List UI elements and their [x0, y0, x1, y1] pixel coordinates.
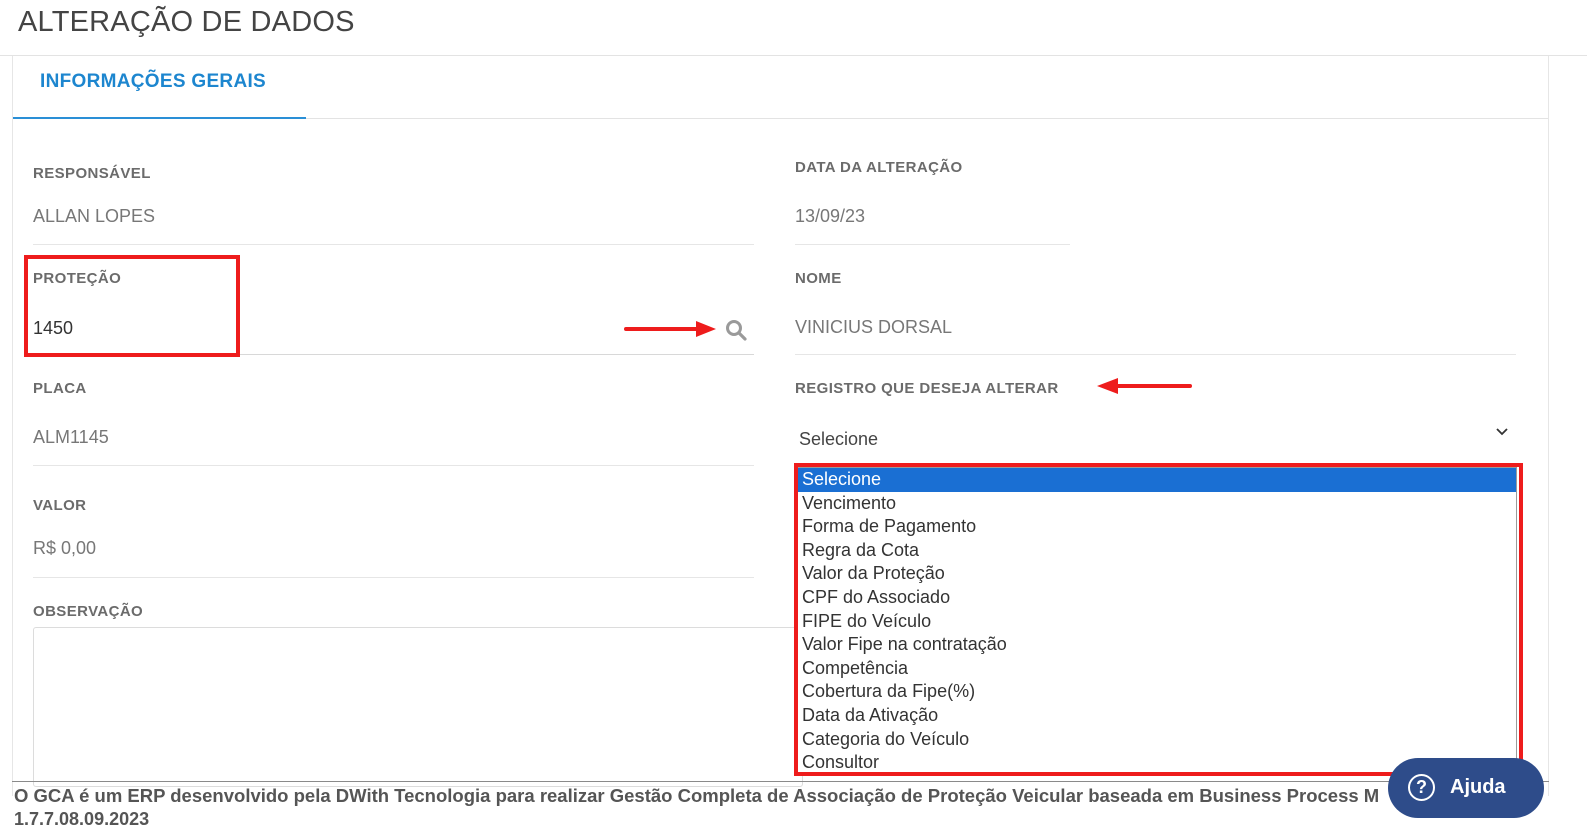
observacao-textarea[interactable] — [33, 627, 803, 787]
responsavel-value: ALLAN LOPES — [33, 206, 156, 226]
data-alteracao-value: 13/09/23 — [795, 206, 866, 226]
valor-value: R$ 0,00 — [33, 538, 97, 558]
footer-version: 1.7.7.08.09.2023 — [14, 809, 150, 829]
page-title: ALTERAÇÃO DE DADOS — [18, 6, 355, 38]
observacao-label: OBSERVAÇÃO — [33, 603, 144, 620]
nome-label: NOME — [795, 270, 842, 287]
data-alteracao-label: DATA DA ALTERAÇÃO — [795, 159, 963, 176]
footer-text: O GCA é um ERP desenvolvido pela DWith T… — [14, 785, 1380, 806]
registro-select[interactable]: Selecione — [799, 429, 878, 450]
nome-value: VINICIUS DORSAL — [795, 317, 953, 337]
annotation-arrow-left-icon — [1097, 378, 1192, 394]
search-icon[interactable] — [724, 318, 748, 342]
help-button[interactable]: ? Ajuda — [1388, 758, 1544, 818]
question-circle-icon: ? — [1408, 774, 1435, 801]
annotation-arrow-right-icon — [624, 321, 716, 337]
annotation-box-protecao — [24, 255, 240, 357]
chevron-down-icon[interactable] — [1494, 424, 1510, 440]
nome-underline — [795, 354, 1516, 355]
annotation-box-dropdown — [794, 463, 1523, 776]
help-button-label: Ajuda — [1450, 776, 1506, 798]
responsavel-label: RESPONSÁVEL — [33, 165, 151, 182]
footer-divider — [12, 781, 1549, 782]
valor-label: VALOR — [33, 497, 87, 514]
tab-bar: INFORMAÇÕES GERAIS — [13, 56, 1548, 119]
placa-underline — [33, 465, 754, 466]
valor-underline — [33, 577, 754, 578]
data-alteracao-underline — [795, 244, 1070, 245]
placa-value: ALM1145 — [33, 427, 109, 447]
placa-label: PLACA — [33, 380, 87, 397]
responsavel-underline — [33, 244, 754, 245]
tab-label: INFORMAÇÕES GERAIS — [40, 71, 267, 92]
tab-informacoes-gerais[interactable]: INFORMAÇÕES GERAIS — [13, 56, 306, 119]
registro-label: REGISTRO QUE DESEJA ALTERAR — [795, 380, 1059, 397]
